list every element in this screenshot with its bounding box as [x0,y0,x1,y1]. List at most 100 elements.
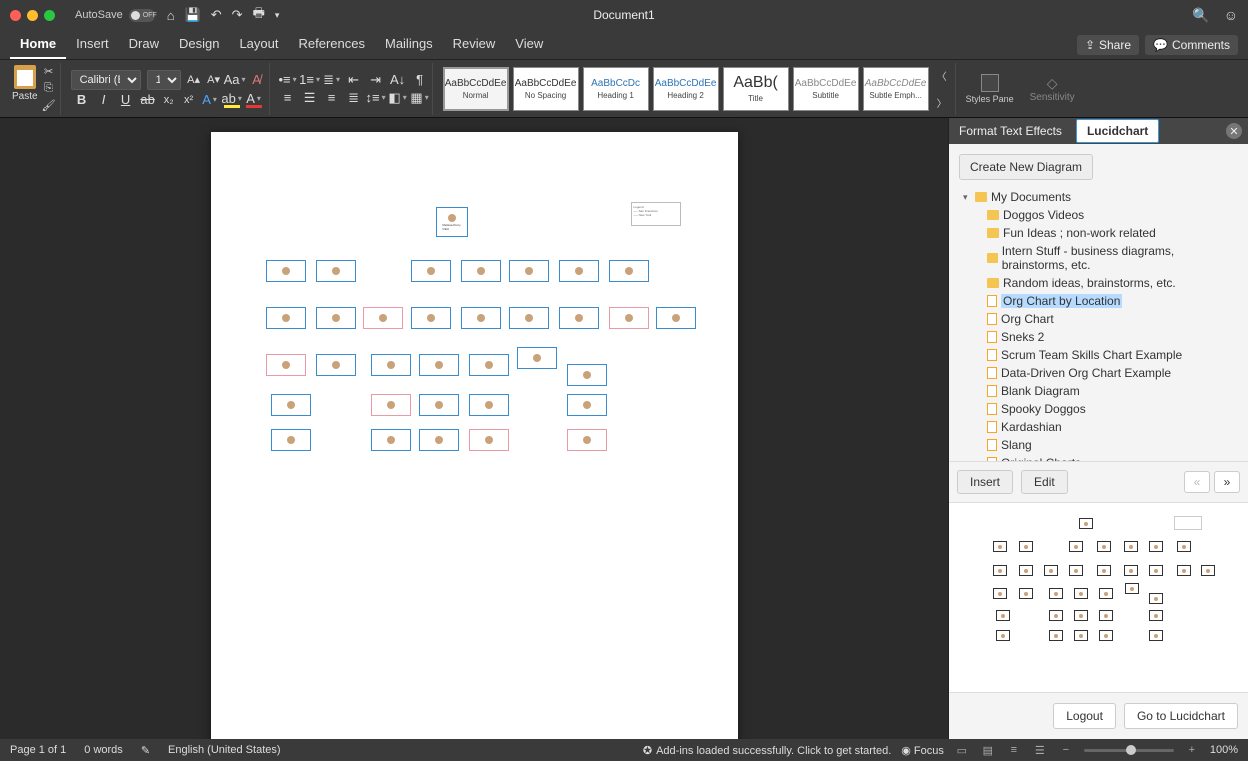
styles-pane-button[interactable]: Styles Pane [962,74,1018,104]
zoom-level[interactable]: 100% [1210,744,1238,756]
save-icon[interactable]: 💾 [185,7,201,23]
outline-view-icon[interactable]: ≡ [1006,743,1022,757]
edit-button[interactable]: Edit [1021,470,1068,494]
tree-item[interactable]: Spooky Doggos [959,400,1238,418]
tree-item[interactable]: Org Chart [959,310,1238,328]
tree-item[interactable]: Random ideas, brainstorms, etc. [959,274,1238,292]
borders-icon[interactable]: ▦ [412,90,428,106]
align-right-icon[interactable]: ≡ [324,90,340,106]
spellcheck-icon[interactable]: ✎ [141,744,150,757]
insert-button[interactable]: Insert [957,470,1013,494]
font-color-icon[interactable]: A [246,92,262,108]
decrease-font-icon[interactable]: A▾ [207,73,221,87]
tree-item[interactable]: Org Chart by Location [959,292,1238,310]
decrease-indent-icon[interactable]: ⇤ [346,72,362,88]
multilevel-list-icon[interactable]: ≣ [324,72,340,88]
tab-format-text-effects[interactable]: Format Text Effects [949,120,1072,142]
tree-item[interactable]: Sneks 2 [959,328,1238,346]
italic-icon[interactable]: I [96,92,112,108]
copy-icon[interactable]: ⎘ [42,82,56,96]
show-marks-icon[interactable]: ¶ [412,72,428,88]
text-effects-icon[interactable]: A [202,92,218,108]
tab-mailings[interactable]: Mailings [375,30,443,59]
autosave-switch[interactable]: OFF [129,9,155,22]
tab-home[interactable]: Home [10,30,66,59]
draft-view-icon[interactable]: ☰ [1032,743,1048,757]
superscript-icon[interactable]: x² [182,93,196,107]
zoom-in-icon[interactable]: + [1184,743,1200,757]
font-name-select[interactable]: Calibri (Bo... [71,70,141,90]
tab-view[interactable]: View [505,30,553,59]
tab-insert[interactable]: Insert [66,30,119,59]
strikethrough-icon[interactable]: ab [140,92,156,108]
print-layout-view-icon[interactable]: ▭ [954,743,970,757]
account-icon[interactable]: ☺ [1224,7,1238,24]
cut-icon[interactable]: ✂ [42,65,56,79]
font-size-select[interactable]: 12 [147,70,181,90]
bullets-icon[interactable]: •≡ [280,72,296,88]
zoom-out-icon[interactable]: − [1058,743,1074,757]
web-layout-view-icon[interactable]: ▤ [980,743,996,757]
tree-item[interactable]: Original Charts [959,454,1238,461]
subscript-icon[interactable]: x₂ [162,93,176,107]
goto-lucidchart-button[interactable]: Go to Lucidchart [1124,703,1238,729]
paste-button[interactable]: Paste [12,65,38,102]
prev-page-button[interactable]: « [1184,471,1210,493]
style-normal[interactable]: AaBbCcDdEeNormal [443,67,509,111]
tree-item[interactable]: Data-Driven Org Chart Example [959,364,1238,382]
increase-indent-icon[interactable]: ⇥ [368,72,384,88]
style-no-spacing[interactable]: AaBbCcDdEeNo Spacing [513,67,579,111]
share-button[interactable]: ⇪Share [1077,35,1139,55]
justify-icon[interactable]: ≣ [346,90,362,106]
sensitivity-button[interactable]: ◇ Sensitivity [1024,75,1081,103]
tab-layout[interactable]: Layout [229,30,288,59]
change-case-icon[interactable]: Aa [227,72,243,88]
increase-font-icon[interactable]: A▴ [187,73,201,87]
style-subtitle[interactable]: AaBbCcDdEeSubtitle [793,67,859,111]
redo-icon[interactable]: ↷ [232,7,243,23]
clear-formatting-icon[interactable]: A̸ [249,72,265,88]
tab-references[interactable]: References [289,30,375,59]
sort-icon[interactable]: A↓ [390,72,406,88]
align-center-icon[interactable]: ☰ [302,90,318,106]
tree-item[interactable]: Blank Diagram [959,382,1238,400]
tree-item[interactable]: Fun Ideas ; non-work related [959,224,1238,242]
styles-next-icon[interactable]: 〉 [937,95,947,110]
word-count[interactable]: 0 words [84,744,123,756]
print-icon[interactable]: 🖶 [253,4,265,26]
logout-button[interactable]: Logout [1053,703,1116,729]
bold-icon[interactable]: B [74,92,90,108]
tree-root[interactable]: ▾My Documents [959,188,1238,206]
canvas-area[interactable]: Legend── San Francisco── New York Meliss… [0,118,948,739]
styles-prev-icon[interactable]: 〈 [937,68,947,83]
home-icon[interactable]: ⌂ [167,8,175,23]
language-indicator[interactable]: English (United States) [168,744,281,756]
format-painter-icon[interactable]: 🖌 [42,99,56,113]
autosave-toggle[interactable]: AutoSave OFF [75,9,155,22]
style-heading-1[interactable]: AaBbCcDcHeading 1 [583,67,649,111]
next-page-button[interactable]: » [1214,471,1240,493]
customize-qat-icon[interactable]: ▾ [275,10,280,21]
highlight-icon[interactable]: ab [224,92,240,108]
create-new-diagram-button[interactable]: Create New Diagram [959,154,1093,180]
tree-item[interactable]: Scrum Team Skills Chart Example [959,346,1238,364]
undo-icon[interactable]: ↶ [211,7,222,23]
style-heading-2[interactable]: AaBbCcDdEeHeading 2 [653,67,719,111]
close-panel-icon[interactable]: ✕ [1226,123,1242,139]
focus-mode-button[interactable]: ◉Focus [901,744,944,757]
tree-item[interactable]: Kardashian [959,418,1238,436]
addins-status[interactable]: ✪Add-ins loaded successfully. Click to g… [643,744,891,757]
style-subtle-emph-[interactable]: AaBbCcDdEeSubtle Emph... [863,67,929,111]
tree-item[interactable]: Intern Stuff - business diagrams, brains… [959,242,1238,274]
minimize-window-icon[interactable] [27,10,38,21]
underline-icon[interactable]: U [118,92,134,108]
search-icon[interactable]: 🔍 [1192,7,1209,24]
align-left-icon[interactable]: ≡ [280,90,296,106]
tab-lucidchart[interactable]: Lucidchart [1076,119,1159,143]
close-window-icon[interactable] [10,10,21,21]
tab-review[interactable]: Review [443,30,506,59]
page-indicator[interactable]: Page 1 of 1 [10,744,66,756]
style-title[interactable]: AaBb(Title [723,67,789,111]
line-spacing-icon[interactable]: ↕≡ [368,90,384,106]
tab-draw[interactable]: Draw [119,30,169,59]
